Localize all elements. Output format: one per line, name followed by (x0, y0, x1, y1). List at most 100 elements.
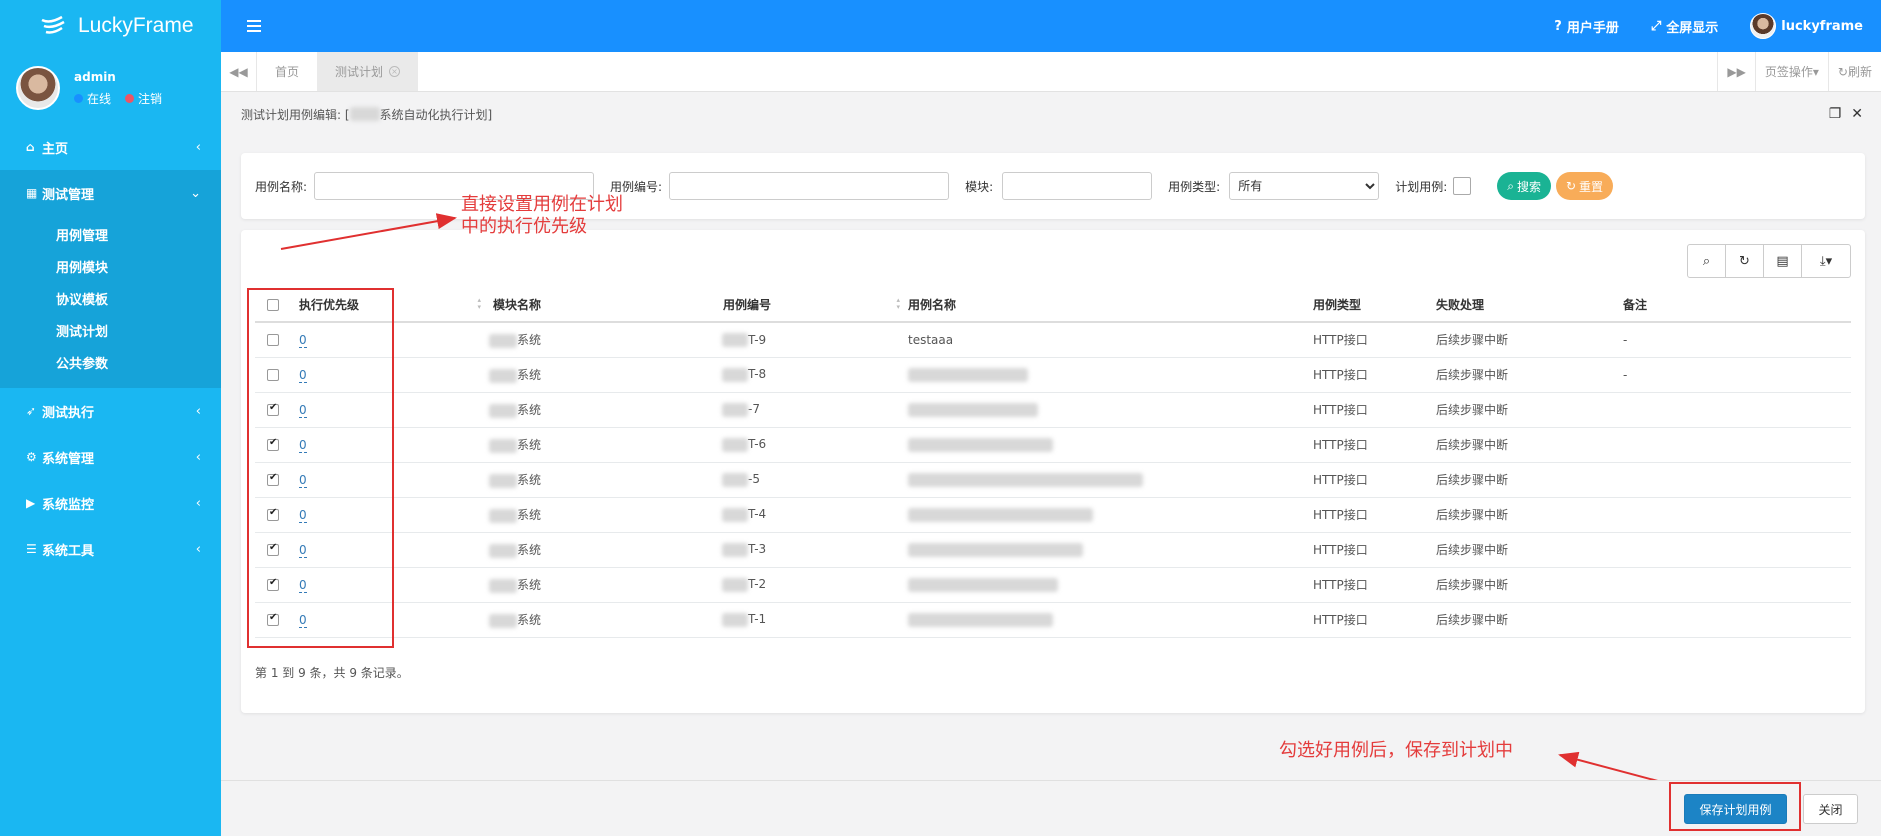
sidebar-subitem-case-module[interactable]: 用例模块 (0, 250, 221, 282)
sidebar-item-system-management[interactable]: ⚙ 系统管理 ‹ (0, 434, 221, 480)
row-checkbox[interactable] (267, 402, 279, 416)
sidebar-item-home[interactable]: ⌂ 主页 ‹ (0, 124, 221, 170)
priority-editable[interactable]: 0 (299, 577, 307, 593)
select-all-checkbox[interactable] (267, 299, 279, 311)
col-module[interactable]: 模块名称 (489, 288, 722, 323)
menu-toggle-icon[interactable] (247, 20, 267, 32)
row-checkbox[interactable] (267, 507, 279, 521)
redacted-text (489, 543, 517, 558)
col-priority[interactable]: 执行优先级 (299, 288, 489, 323)
col-case-type[interactable]: 用例类型 (1313, 288, 1436, 323)
save-plan-cases-button[interactable]: 保存计划用例 (1684, 794, 1787, 824)
avatar[interactable] (16, 66, 60, 110)
columns-icon: ▤ (1776, 253, 1789, 269)
case-no-input[interactable] (669, 172, 950, 200)
fullscreen-link[interactable]: ⤢ 全屏显示 (1651, 17, 1718, 36)
module-input[interactable] (1002, 172, 1153, 200)
table-row[interactable]: 0 系统 T-8 HTTP接口 后续步骤中断 - (255, 357, 1851, 393)
priority-editable[interactable]: 0 (299, 542, 307, 558)
col-fail-handling[interactable]: 失败处理 (1436, 288, 1623, 323)
case-type-cell: HTTP接口 (1313, 567, 1436, 603)
table-row[interactable]: 0 系统 T-4 HTTP接口后续步骤中断 (255, 497, 1851, 533)
col-case-no[interactable]: 用例编号 (722, 288, 908, 323)
priority-editable[interactable]: 0 (299, 507, 307, 523)
columns-button[interactable]: ▤ (1763, 244, 1802, 278)
account-menu[interactable]: luckyframe (1750, 13, 1863, 39)
sidebar-item-test-management[interactable]: ▦ 测试管理 ⌄ (0, 170, 221, 216)
priority-editable[interactable]: 0 (299, 367, 307, 383)
module-cell: 系统 (489, 392, 722, 428)
plan-case-checkbox[interactable] (1453, 177, 1472, 195)
case-name-cell (908, 602, 1313, 638)
redacted-text (722, 333, 748, 347)
refresh-table-button[interactable]: ↻ (1725, 244, 1764, 278)
table-row[interactable]: 0 系统 -5 HTTP接口后续步骤中断 (255, 462, 1851, 498)
maximize-icon[interactable]: ❐ (1829, 106, 1842, 122)
table-row[interactable]: 0 系统 -7 HTTP接口后续步骤中断 (255, 392, 1851, 428)
table-row[interactable]: 0 系统 T-9 testaaa HTTP接口 后续步骤中断 - (255, 322, 1851, 358)
reset-button[interactable]: ↻ 重置 (1555, 172, 1614, 200)
redacted-text (489, 368, 517, 383)
module-cell: 系统 (489, 602, 722, 638)
row-checkbox[interactable] (267, 437, 279, 451)
table-row[interactable]: 0 系统 T-3 HTTP接口后续步骤中断 (255, 532, 1851, 568)
priority-editable[interactable]: 0 (299, 332, 307, 348)
row-checkbox[interactable] (267, 369, 279, 381)
export-dropdown-button[interactable]: ⤓▾ (1801, 244, 1851, 278)
sidebar-subitem-test-plan[interactable]: 测试计划 (0, 314, 221, 346)
row-checkbox[interactable] (267, 472, 279, 486)
sidebar-subitem-protocol-template[interactable]: 协议模板 (0, 282, 221, 314)
close-button[interactable]: 关闭 (1803, 794, 1858, 824)
table-row[interactable]: 0 系统 T-2 HTTP接口后续步骤中断 (255, 567, 1851, 603)
row-checkbox[interactable] (267, 577, 279, 591)
logo-icon (41, 15, 65, 34)
table-row[interactable]: 0 系统 T-6 HTTP接口后续步骤中断 (255, 427, 1851, 463)
tab-scroll-right-icon[interactable]: ▶▶ (1717, 52, 1754, 91)
close-icon[interactable]: × (389, 66, 401, 77)
priority-editable[interactable]: 0 (299, 612, 307, 628)
module-name: 系统 (517, 578, 542, 592)
tab-test-plan[interactable]: 测试计划 × (317, 52, 419, 91)
priority-editable[interactable]: 0 (299, 402, 307, 418)
priority-editable[interactable]: 0 (299, 437, 307, 453)
module-cell: 系统 (489, 462, 722, 498)
case-type-select[interactable]: 所有 (1229, 172, 1380, 200)
col-case-name[interactable]: 用例名称 (908, 288, 1313, 323)
note-cell (1623, 497, 1851, 533)
redacted-text (722, 472, 748, 487)
row-select-cell (255, 392, 299, 428)
note-cell: - (1623, 357, 1851, 393)
search-toggle-button[interactable]: ⌕ (1687, 244, 1726, 278)
sidebar-subitem-case-management[interactable]: 用例管理 (0, 218, 221, 250)
refresh-button[interactable]: ↻ 刷新 (1827, 52, 1881, 91)
tab-scroll-left-icon[interactable]: ◀◀ (221, 52, 257, 91)
annotation-line-2: 中的执行优先级 (461, 216, 587, 237)
row-checkbox[interactable] (267, 334, 279, 347)
chevron-left-icon: ‹ (195, 403, 201, 419)
case-no: T-9 (748, 332, 767, 347)
online-dot-icon (74, 93, 83, 103)
tab-home[interactable]: 首页 (257, 52, 317, 91)
priority-editable[interactable]: 0 (299, 472, 307, 488)
logout-link[interactable]: 注销 (138, 90, 162, 107)
sidebar-item-test-execution[interactable]: ➶ 测试执行 ‹ (0, 388, 221, 434)
table-row[interactable]: 0 系统 T-1 HTTP接口后续步骤中断 (255, 602, 1851, 638)
case-type-cell: HTTP接口 (1313, 392, 1436, 428)
case-no: T-4 (748, 507, 767, 522)
module-cell: 系统 (489, 322, 722, 358)
col-note[interactable]: 备注 (1623, 288, 1851, 323)
row-checkbox[interactable] (267, 542, 279, 556)
chevron-down-icon: ⌄ (190, 185, 201, 201)
tab-operations-dropdown[interactable]: 页签操作 ▾ (1754, 52, 1828, 91)
sidebar-subitem-public-params[interactable]: 公共参数 (0, 346, 221, 378)
search-button[interactable]: ⌕ 搜索 (1497, 172, 1551, 200)
user-manual-link[interactable]: ? 用户手册 (1554, 17, 1619, 36)
case-name-label: 用例名称: (255, 179, 308, 194)
close-icon[interactable]: ✕ (1851, 106, 1863, 122)
logo[interactable]: LuckyFrame (0, 0, 221, 52)
row-checkbox[interactable] (267, 612, 279, 626)
sidebar-item-system-monitor[interactable]: ▶ 系统监控 ‹ (0, 480, 221, 526)
grid-icon: ▦ (26, 186, 38, 200)
sidebar-item-label: 测试执行 (42, 405, 95, 421)
sidebar-item-system-tools[interactable]: ☰ 系统工具 ‹ (0, 526, 221, 572)
